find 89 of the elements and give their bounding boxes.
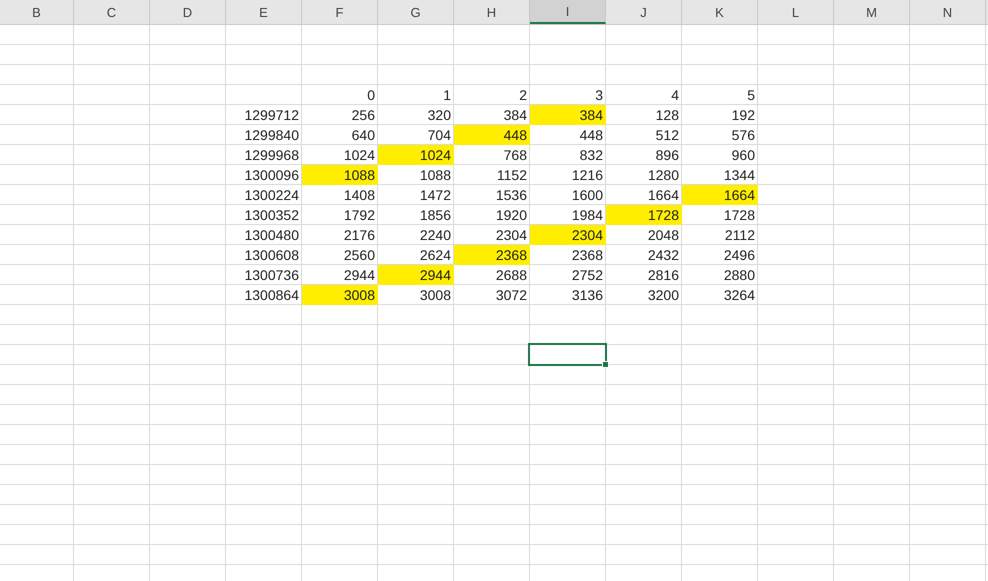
table-cell-text: 640 — [350, 126, 376, 145]
table-cell-text: 2752 — [570, 266, 604, 285]
table-cell-text: 1984 — [570, 206, 604, 225]
table-cell-text: 2880 — [722, 266, 756, 285]
table-cell: 2944 — [378, 265, 454, 285]
column-label: 0 — [366, 86, 376, 105]
table-cell-text: 384 — [502, 106, 528, 125]
table-cell: 1664 — [682, 185, 758, 205]
table-cell: 1024 — [378, 145, 454, 165]
table-cell-text: 768 — [502, 146, 528, 165]
table-cell-text: 1728 — [722, 206, 756, 225]
table-cell-text: 2240 — [418, 226, 452, 245]
table-cell-text: 1280 — [646, 166, 680, 185]
table-cell-text: 1792 — [342, 206, 376, 225]
active-cell-outline[interactable] — [528, 343, 607, 366]
table-cell-text: 2688 — [494, 266, 528, 285]
table-cell-text: 2112 — [724, 226, 756, 245]
column-header[interactable]: D — [150, 0, 226, 24]
table-cell-text: 1536 — [494, 186, 528, 205]
table-cell-text: 1152 — [496, 166, 528, 185]
table-cell-text: 3264 — [722, 286, 756, 305]
table-cell-text: 192 — [730, 106, 756, 125]
table-cell-text: 2496 — [722, 246, 756, 265]
table-cell-text: 128 — [654, 106, 680, 125]
column-header[interactable]: F — [302, 0, 378, 24]
column-header[interactable]: C — [74, 0, 150, 24]
table-cell-text: 704 — [426, 126, 452, 145]
table-cell: 1088 — [302, 165, 378, 185]
table-cell-text: 2944 — [342, 266, 376, 285]
table-cell-text: 320 — [426, 106, 452, 125]
table-cell-text: 256 — [350, 106, 376, 125]
table-cell-text: 2176 — [342, 226, 376, 245]
table-cell-text: 896 — [654, 146, 680, 165]
table-cell-text: 3136 — [570, 286, 604, 305]
table-cell-text: 3072 — [494, 286, 528, 305]
row-label: 1300736 — [243, 266, 300, 285]
column-header[interactable]: E — [226, 0, 302, 24]
table-cell-text: 2048 — [646, 226, 680, 245]
table-cell-text: 2304 — [494, 226, 528, 245]
table-cell: 2368 — [454, 245, 530, 265]
table-cell: 3008 — [302, 285, 378, 305]
table-cell-text: 1600 — [570, 186, 604, 205]
column-label: 4 — [670, 86, 680, 105]
table-cell-text: 576 — [730, 126, 756, 145]
table-cell: 2304 — [530, 225, 606, 245]
table-cell-text: 2560 — [342, 246, 376, 265]
row-label: 1299968 — [243, 146, 300, 165]
table-cell-text: 2432 — [646, 246, 680, 265]
table-cell-text: 1344 — [722, 166, 756, 185]
table-cell-text: 1856 — [418, 206, 452, 225]
table-cell-text: 1920 — [494, 206, 528, 225]
table-cell-text: 1408 — [342, 186, 376, 205]
table-cell-text: 1088 — [418, 166, 452, 185]
table-cell-text: 3008 — [418, 286, 452, 305]
table-cell: 384 — [530, 105, 606, 125]
table-cell-text: 512 — [654, 126, 680, 145]
row-label: 1300224 — [243, 186, 300, 205]
column-header[interactable]: J — [606, 0, 682, 24]
row-label: 1299712 — [243, 106, 300, 125]
column-header[interactable]: B — [0, 0, 74, 24]
column-label: 5 — [746, 86, 756, 105]
table-cell-text: 448 — [578, 126, 604, 145]
table-cell-text: 960 — [730, 146, 756, 165]
table-cell-text: 832 — [578, 146, 604, 165]
table-cell-text: 1024 — [342, 146, 376, 165]
column-label: 2 — [518, 86, 528, 105]
row-label: 1299840 — [243, 126, 300, 145]
table-cell: 1728 — [606, 205, 682, 225]
table-cell-text: 2368 — [570, 246, 604, 265]
column-label: 3 — [594, 86, 604, 105]
table-cell-text: 1216 — [570, 166, 604, 185]
column-label: 1 — [442, 86, 452, 105]
column-header[interactable]: G — [378, 0, 454, 24]
table-cell-text: 3200 — [646, 286, 680, 305]
column-header[interactable]: L — [758, 0, 834, 24]
column-header[interactable]: I — [530, 0, 606, 24]
column-header[interactable]: N — [910, 0, 986, 24]
row-label: 1300096 — [243, 166, 300, 185]
column-header[interactable]: K — [682, 0, 758, 24]
row-label: 1300608 — [243, 246, 300, 265]
row-label: 1300480 — [243, 226, 300, 245]
row-label: 1300352 — [243, 206, 300, 225]
table-cell-text: 2816 — [646, 266, 680, 285]
column-header[interactable]: M — [834, 0, 910, 24]
row-label: 1300864 — [243, 286, 300, 305]
table-cell-text: 2624 — [418, 246, 452, 265]
table-cell: 448 — [454, 125, 530, 145]
table-cell-text: 1472 — [418, 186, 452, 205]
table-cell-text: 1664 — [646, 186, 680, 205]
